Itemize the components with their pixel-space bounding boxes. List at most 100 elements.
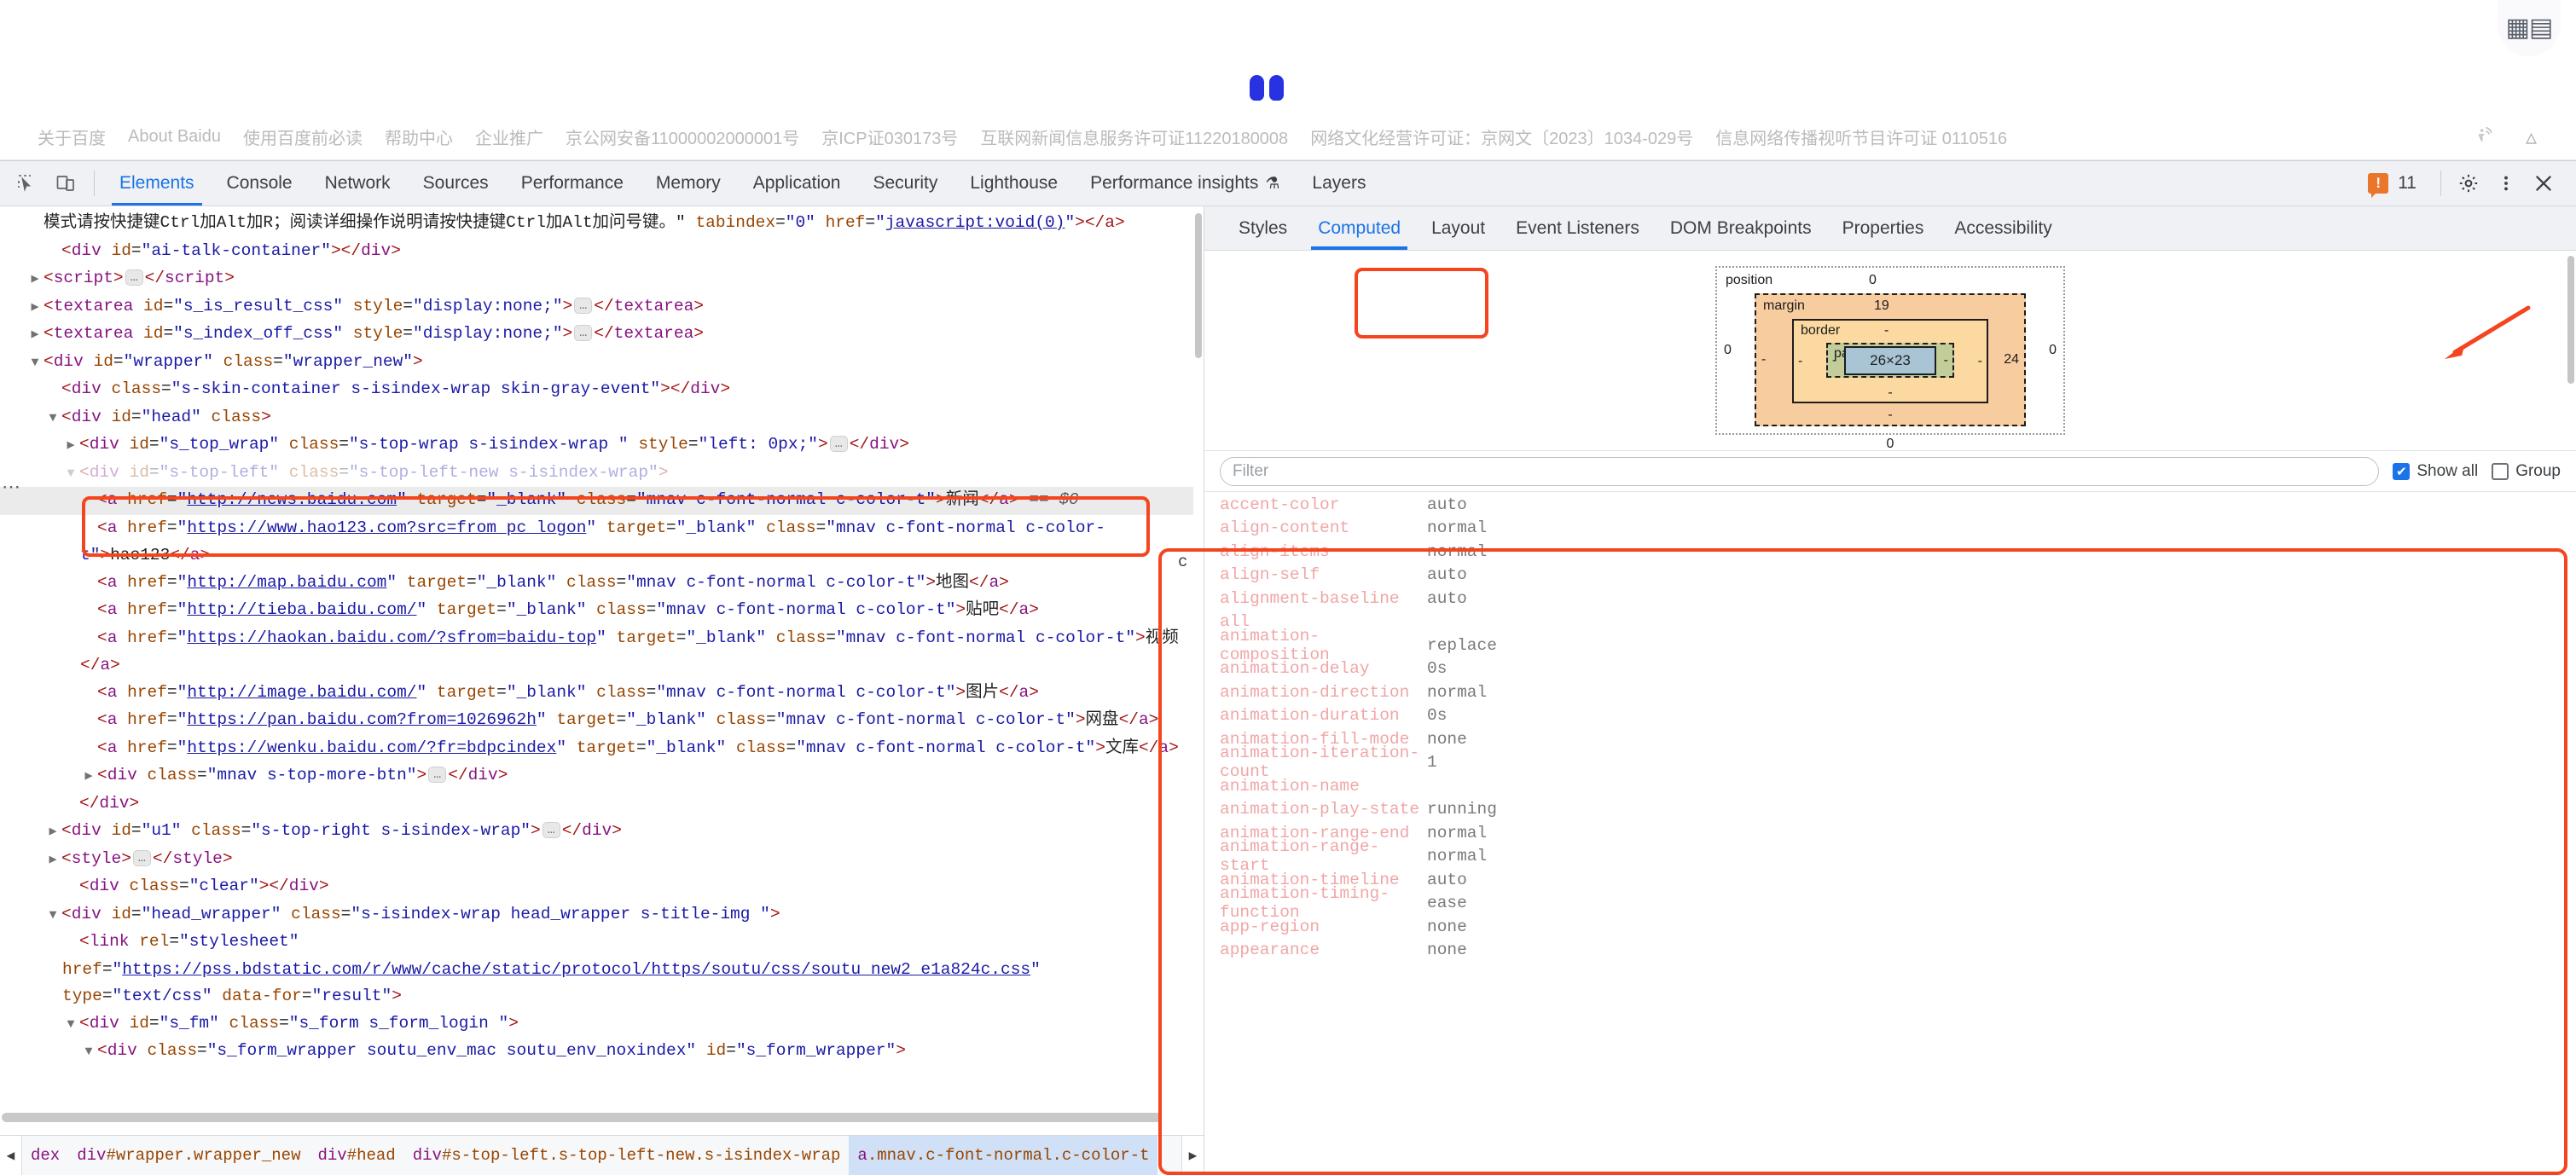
dom-node[interactable]: ▼ <div id="s-top-left" class="s-top-left-… xyxy=(0,460,1193,488)
computed-property-row[interactable]: animation-play-state running xyxy=(1204,798,2567,822)
qr-code-badge[interactable]: ▦▤ xyxy=(2498,0,2561,56)
box-model-content-size[interactable]: 26×23 xyxy=(1844,345,1936,375)
styles-vertical-scrollbar[interactable] xyxy=(2566,256,2576,1175)
footer-link[interactable]: 互联网新闻信息服务许可证11220180008 xyxy=(980,124,1288,149)
dom-node[interactable]: ▶ <div id="u1" class="s-top-right s-isind… xyxy=(0,818,1193,846)
tab-network[interactable]: Network xyxy=(309,161,407,205)
dom-node[interactable]: <a href="https://www.hao123.com?src=from… xyxy=(0,515,1193,570)
row-actions-ellipsis-icon[interactable]: ⋯ xyxy=(2,476,22,498)
show-all-checkbox[interactable]: ✔ Show all xyxy=(2393,462,2478,481)
dom-token-link[interactable]: https://www.hao123.com?src=from_pc_logon xyxy=(187,518,586,537)
dom-node[interactable]: </div> xyxy=(0,790,1193,819)
box-model-padding-right[interactable]: - xyxy=(1944,353,1948,368)
tab-elements[interactable]: Elements xyxy=(103,161,211,205)
box-model-position-right[interactable]: 0 xyxy=(2049,343,2057,358)
chevron-right-icon[interactable]: ▶ xyxy=(1181,1136,1204,1175)
box-model-border-top[interactable]: - xyxy=(1884,323,1888,339)
filter-input[interactable] xyxy=(1220,456,2380,486)
dom-node-selected[interactable]: <a href="http://news.baidu.com" target="… xyxy=(0,487,1193,515)
dom-token-link[interactable]: http://map.baidu.com xyxy=(187,573,386,592)
box-model-position-left[interactable]: 0 xyxy=(1724,343,1732,358)
tab-dom-breakpoints[interactable]: DOM Breakpoints xyxy=(1655,206,1827,250)
box-model-padding[interactable]: padding - - - - 26×23 xyxy=(1826,343,1954,378)
dom-token-link[interactable]: https://pan.baidu.com?from=1026962h xyxy=(187,710,537,729)
dom-node[interactable]: 模式请按快捷键Ctrl加Alt加R；阅读详细操作说明请按快捷键Ctrl加Alt加… xyxy=(0,210,1193,238)
dom-node[interactable]: <div class="s-skin-container s-isindex-w… xyxy=(0,376,1193,404)
breadcrumb-item[interactable]: a .mnav.c-font-normal.c-color-t xyxy=(849,1136,1158,1175)
expand-children-icon[interactable]: … xyxy=(829,436,848,452)
tab-styles[interactable]: Styles xyxy=(1223,206,1303,250)
box-model-border-right[interactable]: - xyxy=(1978,354,1982,369)
group-checkbox[interactable]: Group xyxy=(2492,462,2561,481)
dom-horizontal-scrollbar[interactable] xyxy=(2,1110,1193,1124)
breadcrumb-item[interactable]: div #head xyxy=(309,1136,403,1175)
box-model-margin-right[interactable]: 24 xyxy=(2004,352,2019,368)
tab-accessibility[interactable]: Accessibility xyxy=(1939,206,2067,250)
accessibility-wifi-icon[interactable] xyxy=(2474,124,2497,150)
computed-property-row[interactable]: animation-duration 0s xyxy=(1204,704,2567,728)
box-model-position-top[interactable]: 0 xyxy=(1869,273,1877,288)
dom-node[interactable]: <a href="http://image.baidu.com/" target… xyxy=(0,680,1193,708)
dom-node[interactable]: <div id="ai-talk-container"></div> xyxy=(0,238,1193,266)
twisty-expanded-icon[interactable]: ▼ xyxy=(62,1011,79,1039)
footer-link[interactable]: 关于百度 xyxy=(38,124,106,149)
dom-node[interactable]: ▼ <div id="s_fm" class="s_form s_form_log… xyxy=(0,1010,1193,1039)
tab-layers[interactable]: Layers xyxy=(1296,161,1382,205)
twisty-expanded-icon[interactable]: ▼ xyxy=(44,902,61,929)
dom-node[interactable]: <a href="https://wenku.baidu.com/?fr=bdp… xyxy=(0,735,1193,763)
computed-property-row[interactable]: animation-composition replace xyxy=(1204,627,2567,664)
twisty-collapsed-icon[interactable]: ▶ xyxy=(62,432,79,460)
twisty-collapsed-icon[interactable]: ▶ xyxy=(80,763,97,790)
dom-vertical-scrollbar[interactable] xyxy=(1193,208,1204,1097)
computed-property-row[interactable]: app-region none xyxy=(1204,915,2567,939)
dom-node[interactable]: <link rel="stylesheet" href="https://pss… xyxy=(0,929,1193,1010)
inspect-element-icon[interactable] xyxy=(7,165,46,202)
device-toolbar-icon[interactable] xyxy=(46,165,85,202)
tab-security[interactable]: Security xyxy=(856,161,954,205)
dom-token-link[interactable]: https://wenku.baidu.com/?fr=bdpcindex xyxy=(187,738,556,757)
twisty-expanded-icon[interactable]: ▼ xyxy=(80,1039,97,1066)
breadcrumb-item[interactable]: div #s-top-left.s-top-left-new.s-isindex-… xyxy=(404,1136,850,1175)
footer-link[interactable]: 信息网络传播视听节目许可证 0110516 xyxy=(1715,124,2007,149)
dom-node[interactable]: ▼ <div id="wrapper" class="wrapper_new"> xyxy=(0,349,1193,377)
gear-icon[interactable] xyxy=(2450,165,2487,202)
chevron-up-icon[interactable]: ▵ xyxy=(2526,125,2537,148)
twisty-expanded-icon[interactable]: ▼ xyxy=(44,405,61,432)
tab-performance-insights[interactable]: Performance insights ⚗ xyxy=(1074,161,1296,205)
error-badge-icon[interactable]: ! xyxy=(2368,173,2389,198)
scrollbar-thumb[interactable] xyxy=(2,1113,1162,1122)
scrollbar-thumb[interactable] xyxy=(2567,256,2574,384)
dom-node[interactable]: <div class="clear"></div> xyxy=(0,873,1193,901)
tab-sources[interactable]: Sources xyxy=(407,161,505,205)
computed-property-row[interactable]: animation-range-start normal xyxy=(1204,837,2567,875)
close-icon[interactable] xyxy=(2525,165,2562,202)
box-model-border-left[interactable]: - xyxy=(1798,354,1802,369)
tab-memory[interactable]: Memory xyxy=(640,161,737,205)
computed-property-row[interactable]: align-items normal xyxy=(1204,540,2567,564)
computed-property-row[interactable]: accent-color auto xyxy=(1204,493,2567,517)
footer-link[interactable]: 网络文化经营许可证：京网文〔2023〕1034-029号 xyxy=(1310,124,1693,149)
footer-link[interactable]: 帮助中心 xyxy=(385,124,453,149)
footer-link[interactable]: 使用百度前必读 xyxy=(243,124,363,149)
tab-application[interactable]: Application xyxy=(737,161,857,205)
tab-performance[interactable]: Performance xyxy=(505,161,640,205)
dom-token-link[interactable]: http://image.baidu.com/ xyxy=(187,683,416,702)
dom-node[interactable]: ▶ <div id="s_top_wrap" class="s-top-wrap … xyxy=(0,431,1193,460)
box-model-margin[interactable]: margin 19 - 24 - border - - - - - - 26×2… xyxy=(1755,293,2026,426)
footer-link[interactable]: About Baidu xyxy=(128,127,221,147)
dom-token-link[interactable]: http://tieba.baidu.com/ xyxy=(187,600,416,619)
dom-node[interactable]: ▼ <div id="head" class> xyxy=(0,404,1193,432)
twisty-collapsed-icon[interactable]: ▶ xyxy=(26,294,44,321)
box-model-border[interactable]: border - - - - padding - - - xyxy=(1792,319,1988,403)
dom-node[interactable]: <a href="http://map.baidu.com" target="_… xyxy=(0,570,1193,598)
checkbox-box[interactable]: ✔ xyxy=(2393,462,2411,480)
footer-link[interactable]: 京ICP证030173号 xyxy=(821,124,958,149)
expand-children-icon[interactable]: … xyxy=(542,822,560,838)
computed-property-row[interactable]: align-self auto xyxy=(1204,564,2567,588)
dom-node[interactable]: ▶ <textarea id="s_is_result_css" style="d… xyxy=(0,293,1193,321)
expand-children-icon[interactable]: … xyxy=(574,325,593,341)
twisty-expanded-icon[interactable]: ▼ xyxy=(62,460,79,488)
twisty-collapsed-icon[interactable]: ▶ xyxy=(26,266,44,293)
expand-children-icon[interactable]: … xyxy=(574,297,593,314)
breadcrumb-item[interactable]: dex xyxy=(22,1136,68,1175)
